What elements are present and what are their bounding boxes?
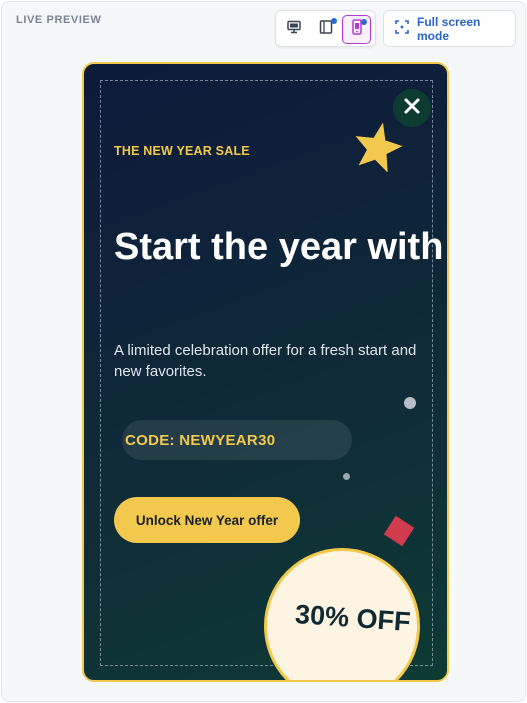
unlock-offer-button[interactable]: Unlock New Year offer (114, 497, 300, 543)
mobile-view-button[interactable] (342, 15, 371, 44)
decorative-dot (343, 473, 350, 480)
expand-icon (395, 20, 409, 37)
desktop-icon (286, 19, 302, 40)
mobile-preview-frame: THE NEW YEAR SALE Start the year with A … (82, 62, 449, 682)
desktop-view-button[interactable] (279, 15, 308, 44)
headline: Start the year with (114, 226, 444, 268)
device-toggle-group (275, 10, 376, 47)
notification-dot (331, 18, 337, 24)
preview-panel: LIVE PREVIEW Full screen mode THE NEW YE… (1, 1, 526, 702)
subtext: A limited celebration offer for a fresh … (114, 342, 417, 380)
diamond-decoration-icon (383, 515, 415, 547)
fullscreen-button[interactable]: Full screen mode (383, 10, 516, 47)
coupon-code: CODE: NEWYEAR30 (122, 420, 352, 460)
notification-dot (361, 19, 367, 25)
decorative-dot (404, 397, 416, 409)
star-decoration-icon (352, 120, 404, 177)
close-icon (403, 97, 421, 120)
live-preview-label: LIVE PREVIEW (16, 14, 102, 26)
tablet-view-button[interactable] (311, 15, 340, 44)
coupon-code-text: CODE: NEWYEAR30 (125, 431, 276, 449)
eyebrow-text: THE NEW YEAR SALE (114, 144, 250, 158)
fullscreen-label: Full screen mode (417, 14, 481, 43)
